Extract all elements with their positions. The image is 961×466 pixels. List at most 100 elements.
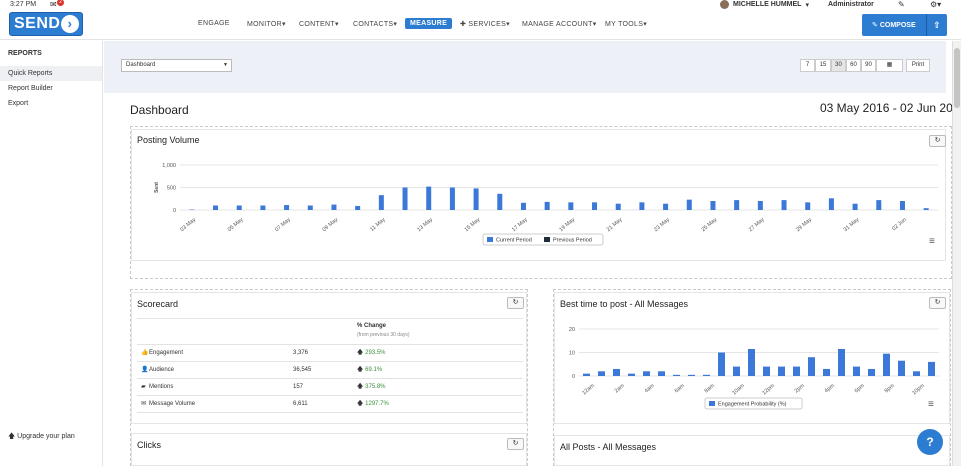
- bar: [331, 204, 337, 210]
- nav-my-tools[interactable]: MY TOOLS▾: [605, 20, 647, 28]
- bar: [213, 205, 219, 210]
- refresh-icon[interactable]: ↻: [929, 297, 946, 309]
- bar: [663, 203, 669, 210]
- bar: [544, 201, 550, 210]
- clock-time: 3:27 PM: [10, 1, 37, 8]
- bar: [852, 203, 858, 210]
- y-tick-label: 0: [572, 374, 575, 380]
- bar: [781, 200, 787, 210]
- legend-swatch: [487, 237, 493, 242]
- question-icon: ?: [926, 435, 934, 449]
- bar: [883, 353, 890, 376]
- days-60-button[interactable]: 60: [846, 59, 861, 72]
- table-row: 👍 Engagement 3,376 🡅 293.5%: [137, 345, 523, 362]
- pencil-icon: ✎: [872, 22, 878, 29]
- compose-button[interactable]: ✎ COMPOSE ⇧: [862, 14, 947, 36]
- legend-entry: Previous Period: [553, 238, 592, 244]
- nav-services[interactable]: ✚ SERVICES▾: [460, 20, 510, 28]
- x-tick-label: 12am: [581, 383, 596, 397]
- x-tick-label: 07 May: [274, 217, 292, 233]
- caret-down-icon: ▼: [223, 62, 228, 68]
- user-name: MICHELLE HUMMEL: [733, 1, 802, 8]
- bar: [748, 348, 755, 376]
- x-tick-label: 19 May: [558, 217, 576, 233]
- calendar-button[interactable]: ▦: [876, 59, 903, 72]
- mail-icon[interactable]: ✉ 2: [50, 0, 64, 9]
- arrow-up-icon: 🡅: [357, 350, 364, 356]
- bar: [568, 202, 574, 210]
- main-nav: SEND › ENGAGE MONITOR▾ CONTENT▾ CONTACTS▾…: [0, 10, 961, 40]
- x-tick-label: 31 May: [843, 217, 861, 233]
- nav-measure[interactable]: MEASURE: [405, 18, 453, 29]
- bar: [628, 373, 635, 376]
- x-tick-label: 6pm: [854, 383, 866, 395]
- bar: [828, 198, 834, 210]
- gear-icon[interactable]: ⚙▾: [930, 0, 941, 9]
- thumb-icon: 👍: [141, 350, 149, 356]
- role-label[interactable]: Administrator: [828, 1, 874, 8]
- sidebar-item-report-builder[interactable]: Report Builder: [0, 81, 102, 96]
- send-logo[interactable]: SEND ›: [9, 12, 83, 36]
- legend-swatch: [709, 401, 715, 406]
- x-tick-label: 10am: [731, 383, 746, 397]
- help-chat-button[interactable]: ?: [917, 429, 943, 455]
- y-tick-label: 1,000: [162, 163, 176, 169]
- scrollbar-thumb[interactable]: [954, 48, 960, 108]
- x-tick-label: 10pm: [911, 383, 926, 397]
- bar: [853, 366, 860, 376]
- x-tick-label: 03 May: [179, 217, 197, 233]
- nav-engage[interactable]: ENGAGE: [198, 20, 230, 27]
- avatar: [720, 0, 729, 9]
- nav-manage-account-label: MANAGE ACCOUNT: [522, 21, 593, 28]
- sidebar-item-quick-reports[interactable]: Quick Reports: [0, 66, 102, 81]
- bar: [643, 371, 650, 376]
- envelope-icon: ✉: [141, 401, 147, 407]
- refresh-icon[interactable]: ↻: [507, 297, 524, 309]
- row-change-value: 293.5%: [365, 350, 386, 356]
- change-subheader: (from previous 30 days): [357, 332, 410, 338]
- bar: [473, 188, 479, 210]
- x-tick-label: 2pm: [794, 383, 806, 395]
- x-tick-label: 05 May: [227, 217, 245, 233]
- nav-monitor[interactable]: MONITOR▾: [247, 20, 286, 28]
- nav-contacts[interactable]: CONTACTS▾: [353, 20, 397, 28]
- refresh-icon[interactable]: ↻: [929, 135, 946, 147]
- refresh-icon[interactable]: ↻: [507, 438, 524, 450]
- days-30-button[interactable]: 30: [831, 59, 846, 72]
- nav-manage-account[interactable]: MANAGE ACCOUNT▾: [522, 20, 597, 28]
- bar: [639, 202, 645, 210]
- tools-icon[interactable]: ✎: [898, 0, 905, 9]
- nav-content[interactable]: CONTENT▾: [299, 20, 339, 28]
- row-change: 🡅 293.5%: [357, 345, 386, 362]
- days-15-button[interactable]: 15: [815, 59, 831, 72]
- compose-text: COMPOSE: [879, 22, 916, 29]
- clicks-panel: Clicks ↻: [131, 433, 527, 466]
- bar: [823, 368, 830, 376]
- dashboard-select[interactable]: Dashboard ▼: [121, 59, 232, 72]
- days-7-button[interactable]: 7: [800, 59, 815, 72]
- all-posts-title: All Posts - All Messages: [560, 442, 657, 452]
- bar: [898, 360, 905, 376]
- x-tick-label: 2am: [614, 383, 626, 395]
- bar: [913, 371, 920, 376]
- posting-volume-panel: Posting Volume ↻ ≡ 0 500 1,000 Sent 03 May 05…: [131, 129, 946, 261]
- arrow-up-icon: 🡅: [8, 433, 16, 440]
- page-title: Dashboard: [130, 103, 189, 117]
- bar: [355, 205, 361, 210]
- bar: [449, 187, 455, 210]
- legend-entry: Current Period: [496, 238, 532, 244]
- days-90-button[interactable]: 90: [861, 59, 876, 72]
- x-tick-label: 02 Jun: [891, 217, 908, 232]
- bar: [899, 201, 905, 210]
- sidebar-heading: REPORTS: [8, 50, 42, 57]
- print-button[interactable]: Print: [906, 59, 930, 72]
- nav-contacts-label: CONTACTS: [353, 21, 394, 28]
- sidebar-item-export[interactable]: Export: [0, 96, 102, 111]
- change-header: % Change: [357, 323, 387, 329]
- upgrade-link[interactable]: 🡅 Upgrade your plan: [8, 432, 75, 443]
- scrollbar[interactable]: [952, 41, 961, 466]
- row-change: 🡅 1297.7%: [357, 396, 389, 413]
- user-menu[interactable]: MICHELLE HUMMEL ▾: [720, 0, 809, 9]
- status-bar: 3:27 PM ✉ 2 MICHELLE HUMMEL ▾ Administrat…: [0, 0, 961, 10]
- upload-icon[interactable]: ⇧: [927, 20, 947, 31]
